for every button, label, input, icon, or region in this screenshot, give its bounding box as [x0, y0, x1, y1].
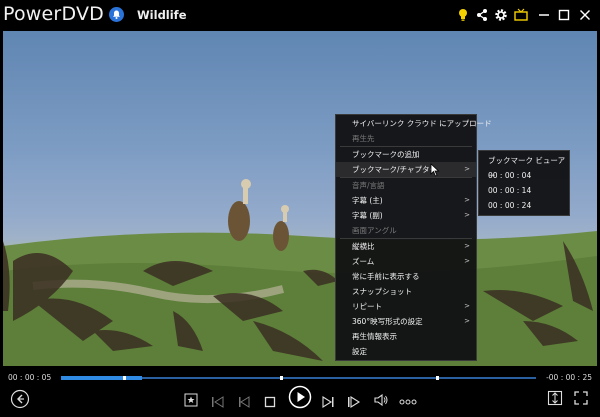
notification-bell-icon[interactable]	[109, 7, 124, 22]
next-chapter-icon[interactable]	[321, 393, 335, 412]
fullscreen-icon[interactable]	[573, 390, 589, 410]
seek-bar-progress	[61, 376, 142, 380]
minimize-button[interactable]	[535, 6, 553, 24]
menu-item-subtitle-secondary[interactable]: 字幕 (副) >	[336, 208, 476, 223]
chevron-right-icon: >	[464, 317, 470, 325]
fit-window-icon[interactable]	[547, 390, 563, 410]
menu-item-add-bookmark[interactable]: ブックマークの追加	[336, 147, 476, 162]
menu-item-360-projection[interactable]: 360°映写形式の設定 >	[336, 314, 476, 329]
previous-chapter-icon[interactable]	[211, 393, 225, 412]
seek-bar-bookmark-marker[interactable]	[279, 376, 283, 380]
bookmark-star-icon[interactable]	[184, 392, 198, 411]
menu-item-subtitle-primary[interactable]: 字幕 (主) >	[336, 193, 476, 208]
play-button[interactable]	[288, 385, 312, 413]
maximize-button[interactable]	[555, 6, 573, 24]
rewind-icon[interactable]	[237, 393, 251, 412]
more-options-icon[interactable]	[399, 393, 417, 412]
submenu-item-bookmark-time[interactable]: 00 : 00 : 24	[479, 198, 569, 213]
back-arrow-icon[interactable]	[10, 389, 30, 413]
chevron-right-icon: >	[464, 165, 470, 173]
share-icon[interactable]	[474, 7, 490, 23]
chevron-right-icon: >	[464, 242, 470, 250]
settings-gear-icon[interactable]	[493, 7, 509, 23]
menu-item-aspect-ratio[interactable]: 縦横比 >	[336, 239, 476, 254]
current-time: 00 : 00 : 05	[8, 373, 52, 382]
stop-icon[interactable]	[264, 393, 276, 412]
chevron-right-icon: >	[464, 302, 470, 310]
fast-forward-icon[interactable]	[347, 393, 361, 412]
app-title: PowerDVD	[3, 3, 104, 25]
menu-item-snapshot[interactable]: スナップショット	[336, 284, 476, 299]
seek-bar-bookmark-marker[interactable]	[122, 376, 126, 380]
bookmark-submenu: ブックマーク ビューアー 00 : 00 : 04 00 : 00 : 14 0…	[478, 150, 570, 216]
tv-mode-icon[interactable]	[513, 7, 529, 23]
menu-item-settings[interactable]: 設定	[336, 344, 476, 359]
menu-item-audio-language: 音声/言語	[352, 181, 385, 190]
chevron-right-icon: >	[464, 196, 470, 204]
submenu-item-bookmark-time[interactable]: 00 : 00 : 14	[479, 183, 569, 198]
chevron-right-icon: >	[464, 211, 470, 219]
volume-icon[interactable]	[373, 392, 389, 411]
menu-item-angle: 画面アングル	[352, 226, 397, 235]
playback-controls: 00 : 00 : 05 -00 : 00 : 25	[0, 366, 600, 417]
submenu-item-bookmark-viewer[interactable]: ブックマーク ビューアー	[479, 153, 569, 180]
chevron-right-icon: >	[464, 257, 470, 265]
menu-item-always-on-top[interactable]: 常に手前に表示する	[336, 269, 476, 284]
context-menu: サイバーリンク クラウド にアップロード 再生先 ブックマークの追加 ブックマー…	[335, 114, 492, 361]
mouse-cursor-icon	[430, 162, 440, 181]
menu-item-playback-info[interactable]: 再生情報表示	[336, 329, 476, 344]
seek-bar-bookmark-marker[interactable]	[436, 376, 440, 380]
submenu-item-bookmark-time[interactable]: 00 : 00 : 04	[479, 168, 569, 183]
menu-item-cloud-upload[interactable]: サイバーリンク クラウド にアップロード	[336, 116, 492, 131]
menu-item-bookmark-chapter[interactable]: ブックマーク/チャプター >	[336, 162, 476, 177]
lightbulb-icon[interactable]	[455, 7, 471, 23]
menu-item-zoom[interactable]: ズーム >	[336, 254, 476, 269]
remaining-time: -00 : 00 : 25	[546, 373, 592, 382]
menu-item-repeat[interactable]: リピート >	[336, 299, 476, 314]
close-button[interactable]	[576, 6, 594, 24]
title-bar: PowerDVD Wildlife	[0, 0, 600, 31]
media-title: Wildlife	[137, 8, 187, 22]
menu-item-play-to: 再生先	[352, 134, 375, 143]
